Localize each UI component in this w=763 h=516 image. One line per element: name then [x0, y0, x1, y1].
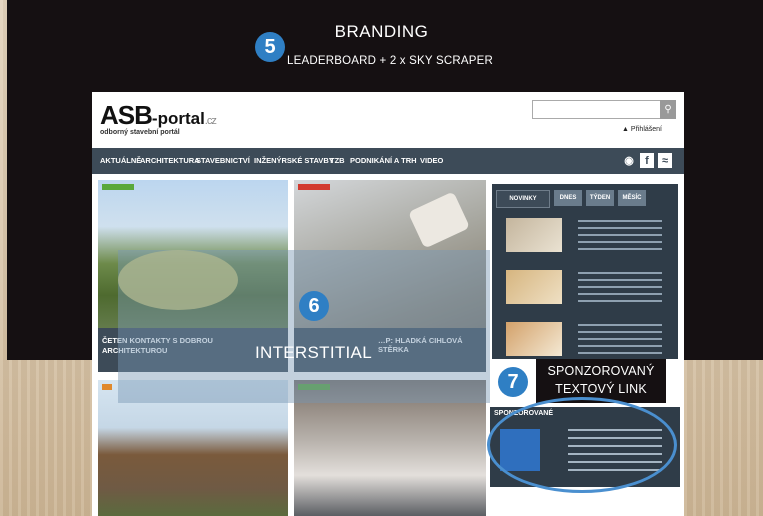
nav-item-architektura[interactable]: ARCHITEKTURA: [140, 156, 200, 165]
highlight-ellipse: [487, 397, 677, 493]
badge-7: 7: [498, 367, 528, 397]
interstitial-label: INTERSTITIAL: [255, 343, 372, 362]
nav-item-podnikani[interactable]: PODNIKÁNÍ A TRH: [350, 156, 417, 165]
main-nav: AKTUÁLNĚ ARCHITEKTURA STAVEBNICTVÍ INŽEN…: [92, 148, 684, 174]
news-headline[interactable]: [578, 324, 662, 354]
search-icon[interactable]: ⚲: [660, 100, 676, 119]
nav-item-inzenyrske[interactable]: INŽENÝRSKÉ STAVBY: [254, 156, 334, 165]
facebook-icon[interactable]: f: [640, 153, 654, 168]
sponsored-link-label-line2: TEXTOVÝ LINK: [555, 382, 647, 396]
tile-image-detail: [407, 191, 471, 249]
tab-novinky[interactable]: NOVINKY: [496, 190, 550, 208]
site-logo[interactable]: ASB-portal.cz: [100, 100, 217, 131]
search-input[interactable]: [532, 100, 662, 119]
rss-icon[interactable]: ≈: [658, 153, 672, 168]
tab-tyden[interactable]: TÝDEN: [586, 190, 614, 206]
nav-item-aktualne[interactable]: AKTUÁLNĚ: [100, 156, 141, 165]
tab-dnes[interactable]: DNES: [554, 190, 582, 206]
pinterest-icon[interactable]: ◉: [622, 153, 636, 168]
category-tag: [102, 184, 134, 190]
badge-6: 6: [299, 291, 329, 321]
branding-title: BRANDING: [334, 22, 429, 41]
nav-item-video[interactable]: VIDEO: [420, 156, 443, 165]
sidebar-news: NOVINKY DNES TÝDEN MĚSÍC: [492, 184, 678, 359]
news-headline[interactable]: [578, 220, 662, 250]
interstitial-overlay: [118, 250, 490, 403]
news-thumb[interactable]: [506, 270, 562, 304]
login-link[interactable]: ▲ Přihlášení: [622, 126, 662, 133]
news-thumb[interactable]: [506, 322, 562, 356]
nav-item-stavebnictvi[interactable]: STAVEBNICTVÍ: [196, 156, 250, 165]
branding-subtitle: LEADERBOARD + 2 x SKY SCRAPER: [287, 55, 493, 67]
tab-mesic[interactable]: MĚSÍC: [618, 190, 646, 206]
category-tag: [298, 184, 330, 190]
sponsored-link-label: SPONZOROVANÝ TEXTOVÝ LINK: [536, 362, 666, 398]
sponsored-link-label-line1: SPONZOROVANÝ: [547, 364, 655, 378]
news-headline[interactable]: [578, 272, 662, 302]
news-thumb[interactable]: [506, 218, 562, 252]
category-tag: [102, 384, 112, 390]
site-tagline: odborný stavební portál: [100, 129, 180, 136]
nav-item-tzb[interactable]: TZB: [330, 156, 345, 165]
